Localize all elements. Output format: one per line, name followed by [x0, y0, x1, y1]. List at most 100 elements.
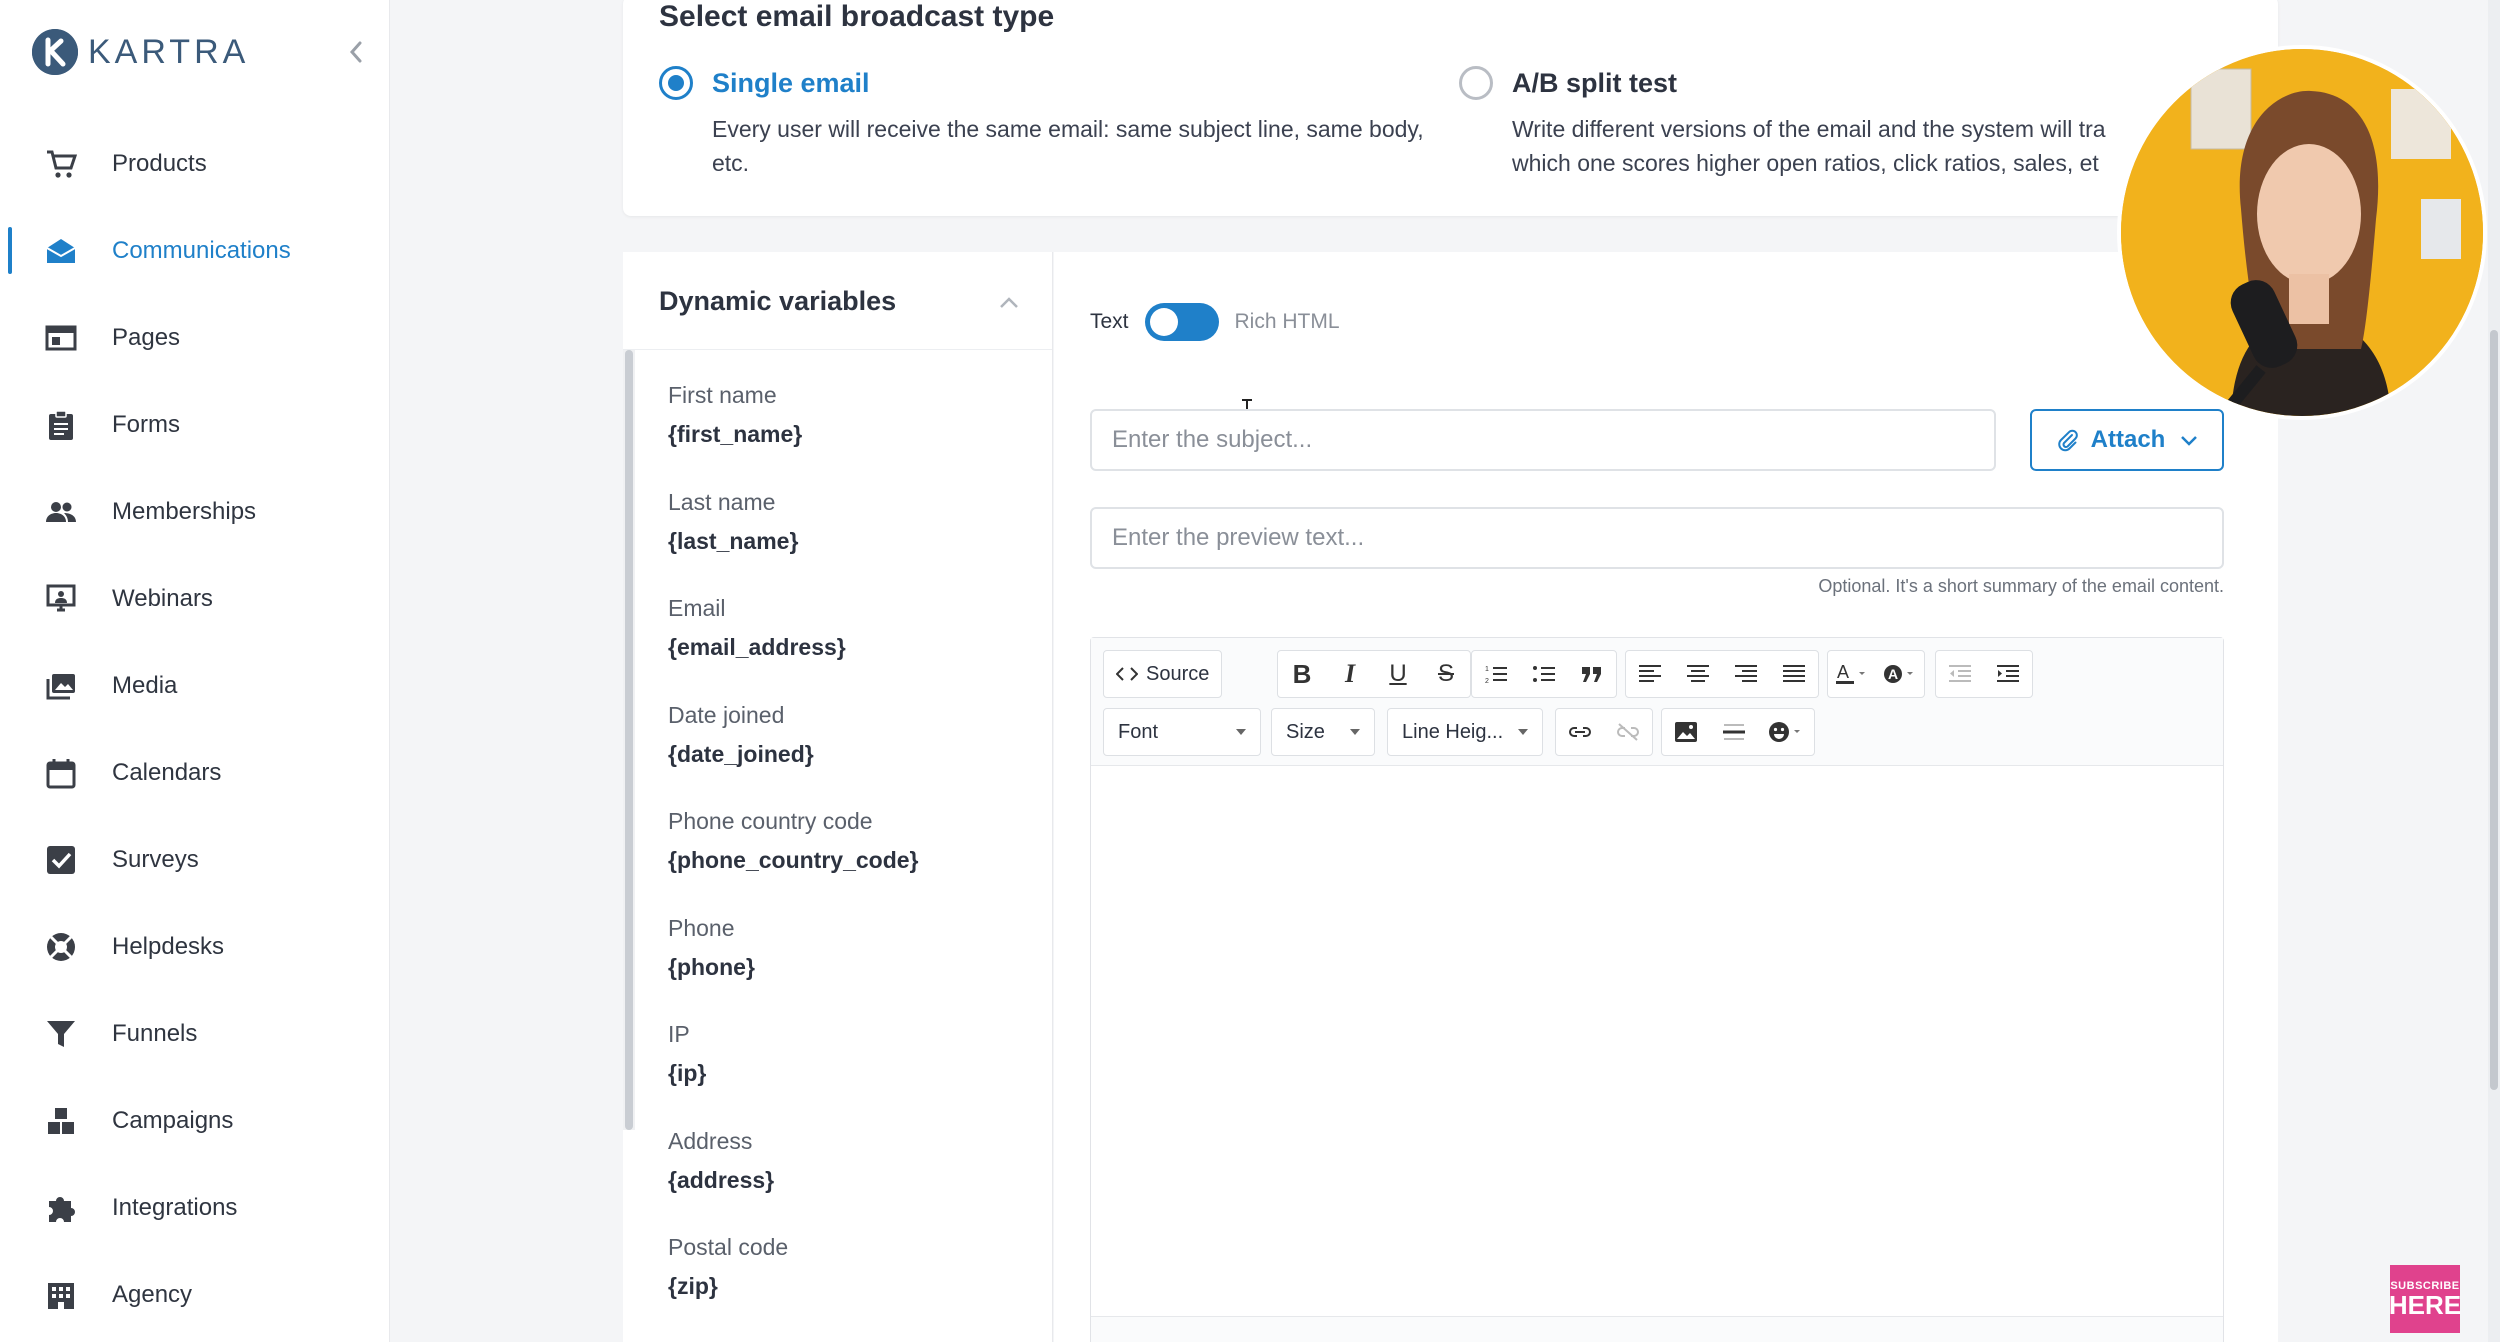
- sidebar-item-agency[interactable]: Agency: [0, 1251, 390, 1338]
- sidebar-item-forms[interactable]: Forms: [0, 381, 390, 468]
- align-right-button[interactable]: [1722, 651, 1770, 697]
- sidebar-item-communications[interactable]: Communications: [0, 207, 390, 294]
- variable-item-postal-code[interactable]: Postal code {zip}: [668, 1232, 1038, 1339]
- subject-input[interactable]: [1090, 409, 1996, 471]
- variable-item-phone[interactable]: Phone {phone}: [668, 913, 1038, 1020]
- sidebar-item-campaigns[interactable]: Campaigns: [0, 1077, 390, 1164]
- insert-link-button[interactable]: [1556, 709, 1604, 755]
- strikethrough-button[interactable]: S: [1422, 651, 1470, 697]
- sidebar-item-webinars[interactable]: Webinars: [0, 555, 390, 642]
- ab-split-test-option[interactable]: A/B split test Write different versions …: [1459, 64, 2179, 204]
- variable-item-phone-country-code[interactable]: Phone country code {phone_country_code}: [668, 806, 1038, 913]
- dynamic-variables-panel: Dynamic variables First name {first_name…: [623, 252, 1053, 1342]
- sidebar-item-surveys[interactable]: Surveys: [0, 816, 390, 903]
- variable-code: {date_joined}: [668, 740, 814, 767]
- ab-split-test-radio[interactable]: [1459, 66, 1493, 100]
- sidebar-item-media[interactable]: Media: [0, 642, 390, 729]
- code-brackets-icon: [1116, 667, 1138, 681]
- sidebar-item-integrations[interactable]: Integrations: [0, 1164, 390, 1251]
- attach-button[interactable]: Attach: [2030, 409, 2224, 471]
- scrollbar-thumb[interactable]: [625, 350, 633, 1130]
- variable-item-email[interactable]: Email {email_address}: [668, 593, 1038, 700]
- sidebar-item-label: Media: [112, 671, 178, 699]
- emoji-button[interactable]: [1758, 709, 1814, 755]
- preview-text-input[interactable]: [1090, 507, 2224, 569]
- justify-button[interactable]: [1770, 651, 1818, 697]
- align-center-button[interactable]: [1674, 651, 1722, 697]
- variable-item-date-joined[interactable]: Date joined {date_joined}: [668, 700, 1038, 807]
- chevron-up-icon[interactable]: [996, 290, 1022, 316]
- font-select[interactable]: Font: [1103, 708, 1261, 756]
- chevron-left-icon: [349, 41, 362, 63]
- sidebar-item-products[interactable]: Products: [0, 120, 390, 207]
- align-left-button[interactable]: [1626, 651, 1674, 697]
- sidebar-item-label: Funnels: [112, 1019, 198, 1047]
- link-icon: [1569, 727, 1591, 737]
- numbered-list-button[interactable]: 12: [1472, 651, 1520, 697]
- page-scrollbar[interactable]: [2488, 0, 2500, 1342]
- source-group: Source: [1103, 650, 1223, 698]
- sidebar-item-pages[interactable]: Pages: [0, 294, 390, 381]
- bold-button[interactable]: B: [1278, 651, 1326, 697]
- variable-code: {ip}: [668, 1060, 707, 1086]
- sidebar-item-calendars[interactable]: Calendars: [0, 729, 390, 816]
- line-height-select[interactable]: Line Heig...: [1387, 708, 1543, 756]
- insert-image-button[interactable]: [1662, 709, 1710, 755]
- underline-button[interactable]: U: [1374, 651, 1422, 697]
- subscribe-here-badge[interactable]: SUBSCRIBE HERE: [2388, 1265, 2462, 1333]
- horizontal-rule-button[interactable]: [1710, 709, 1758, 755]
- variables-list: First name {first_name} Last name {last_…: [668, 380, 1038, 1339]
- variable-label: Address: [668, 1127, 753, 1154]
- variable-item-first-name[interactable]: First name {first_name}: [668, 380, 1038, 487]
- editor-content-area[interactable]: [1091, 767, 2223, 1287]
- variable-code: {zip}: [668, 1273, 718, 1299]
- scrollbar-thumb[interactable]: [2490, 330, 2498, 1090]
- variable-label: First name: [668, 382, 777, 408]
- bullet-list-button[interactable]: [1520, 651, 1568, 697]
- single-email-radio[interactable]: [659, 66, 693, 100]
- brand-logo[interactable]: KARTRA: [32, 26, 372, 78]
- envelope-icon: [44, 234, 78, 268]
- option-title: A/B split test: [1512, 68, 1678, 98]
- calendar-icon: [44, 756, 78, 790]
- blockquote-button[interactable]: [1568, 651, 1616, 697]
- caret-down-icon: [1350, 729, 1360, 735]
- align-right-icon: [1735, 665, 1757, 682]
- text-color-button[interactable]: A: [1828, 651, 1876, 697]
- sidebar-item-helpdesks[interactable]: Helpdesks: [0, 903, 390, 990]
- list-group: 12: [1471, 650, 1617, 698]
- dynamic-variables-title: Dynamic variables: [659, 286, 897, 316]
- editor-toolbar: Source B I U S 12 A A Font Size Line Hei…: [1091, 638, 2223, 766]
- brand-name: KARTRA: [88, 32, 250, 71]
- building-icon: [44, 1278, 78, 1312]
- background-color-button[interactable]: A: [1876, 651, 1924, 697]
- sidebar-item-memberships[interactable]: Memberships: [0, 468, 390, 555]
- collapse-sidebar-button[interactable]: [340, 36, 372, 68]
- presenter-video-image: [2121, 49, 2483, 416]
- source-button[interactable]: Source: [1104, 651, 1221, 697]
- variable-item-address[interactable]: Address {address}: [668, 1126, 1038, 1233]
- indent-button[interactable]: [1984, 651, 2032, 697]
- outdent-button[interactable]: [1936, 651, 1984, 697]
- caret-down-icon: [1236, 729, 1246, 735]
- broadcast-type-title: Select email broadcast type: [659, 0, 1055, 33]
- variables-scrollbar[interactable]: [623, 350, 635, 1130]
- rich-text-editor: Source B I U S 12 A A Font Size Line Hei…: [1090, 637, 2224, 1342]
- sidebar-item-funnels[interactable]: Funnels: [0, 990, 390, 1077]
- emoji-icon: [1769, 722, 1800, 742]
- sidebar-item-label: Products: [112, 149, 207, 177]
- quote-icon: [1582, 667, 1601, 682]
- dynamic-variables-header[interactable]: Dynamic variables: [623, 252, 1052, 350]
- attach-label: Attach: [2090, 426, 2166, 453]
- justify-icon: [1783, 665, 1805, 682]
- subscribe-badge-line2: HERE: [2388, 1290, 2462, 1320]
- svg-text:1: 1: [1485, 666, 1489, 673]
- italic-button[interactable]: I: [1326, 651, 1374, 697]
- variable-item-last-name[interactable]: Last name {last_name}: [668, 487, 1038, 594]
- editor-mode-toggle[interactable]: [1144, 303, 1219, 341]
- unlink-button[interactable]: [1604, 709, 1652, 755]
- size-select[interactable]: Size: [1271, 708, 1375, 756]
- clipboard-icon: [44, 408, 78, 442]
- variable-item-ip[interactable]: IP {ip}: [668, 1019, 1038, 1126]
- sidebar-item-label: Webinars: [112, 584, 213, 612]
